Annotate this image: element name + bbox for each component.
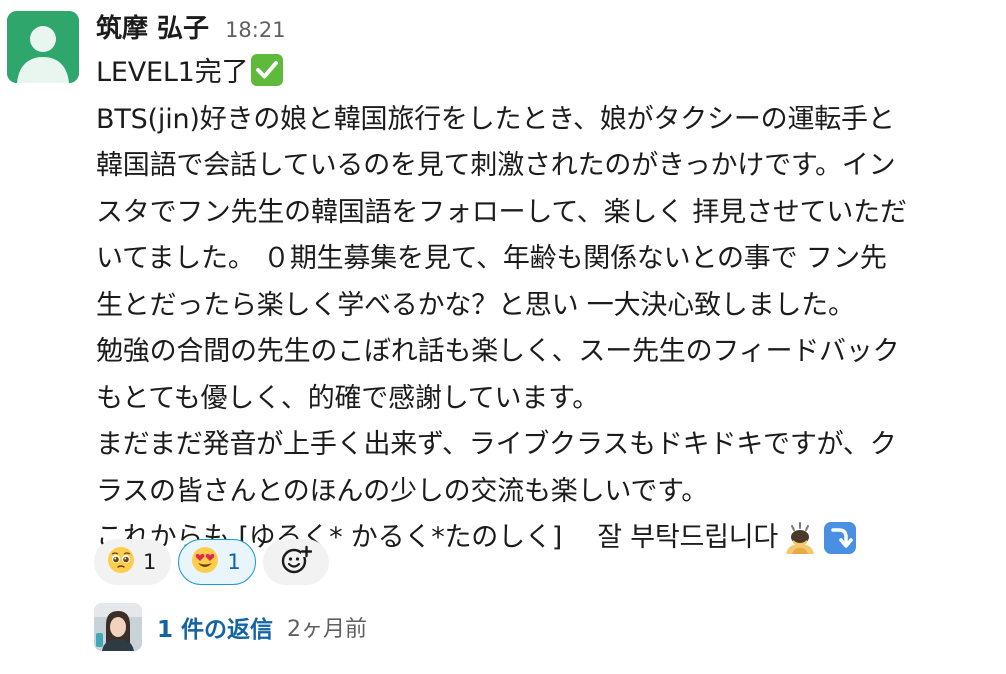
- default-user-icon: [7, 11, 79, 83]
- message-body: LEVEL1完了 BTS(jin)好きの娘と韓国旅行をしたとき、娘がタクシーの運…: [96, 50, 1001, 562]
- add-reaction-icon: [280, 544, 312, 580]
- message-line-text: 勉強の合間の先生のこぼれ話も楽しく、スー先生のフィードバック: [96, 336, 900, 367]
- reply-avatar[interactable]: [94, 603, 142, 651]
- pleading-face-icon: [107, 546, 135, 578]
- reaction-count: 1: [143, 550, 157, 574]
- message-line-text: BTS(jin)好きの娘と韓国旅行をしたとき、娘がタクシーの運転手と: [96, 103, 895, 135]
- reply-count-link[interactable]: 1 件の返信: [157, 610, 273, 644]
- heart-eyes-face-icon: [191, 546, 219, 578]
- last-reply-time: 2ヶ月前: [287, 617, 368, 642]
- message-line: LEVEL1完了: [96, 50, 1001, 97]
- reaction-pleading-face[interactable]: 1: [94, 539, 172, 585]
- reaction-heart-eyes-face[interactable]: 1: [178, 539, 256, 585]
- message-line-text: 生とだったら楽しく学べるかな？と思い 一大決心致しました。: [96, 289, 855, 321]
- person-bowing-icon: [782, 520, 818, 572]
- reactions-bar: 1 1: [94, 539, 329, 585]
- message-line: まだまだ発音が上手く出来ず、ライブクラスもドキドキですが、ク: [96, 422, 1001, 469]
- reaction-count: 1: [227, 550, 241, 574]
- message-line: スタでフン先生の韓国語をフォローして、楽しく 拝見させていただ: [96, 190, 1001, 237]
- message-line-text: ラスの皆さんとのほんの少しの交流も楽しいです。: [96, 475, 709, 507]
- white-check-mark-icon: [250, 53, 284, 87]
- message-line: いてました。 ０期生募集を見て、年齢も関係ないとの事で フン先: [96, 236, 1001, 283]
- message-line: BTS(jin)好きの娘と韓国旅行をしたとき、娘がタクシーの運転手と: [96, 97, 1001, 144]
- thread-summary[interactable]: 1 件の返信 2ヶ月前: [94, 603, 367, 651]
- message-line-text: まだまだ発音が上手く出来ず、ライブクラスもドキドキですが、ク: [96, 429, 897, 460]
- message-timestamp[interactable]: 18:21: [225, 18, 286, 42]
- trailing-emojis: [782, 520, 858, 572]
- message-line-text: もとても優しく、的確で感謝しています。: [96, 382, 599, 414]
- message-line: もとても優しく、的確で感謝しています。: [96, 376, 1001, 423]
- message-content: 筑摩 弘子 18:21 LEVEL1完了 BTS(jin)好きの娘と韓国旅行をし…: [96, 8, 1001, 562]
- arrow-down-right-icon: [822, 520, 858, 572]
- message: 筑摩 弘子 18:21 LEVEL1完了 BTS(jin)好きの娘と韓国旅行をし…: [0, 0, 1006, 674]
- message-line: 生とだったら楽しく学べるかな？と思い 一大決心致しました。: [96, 283, 1001, 330]
- message-line-text: LEVEL1完了: [96, 57, 249, 88]
- sender-name[interactable]: 筑摩 弘子: [96, 8, 209, 45]
- message-line: ラスの皆さんとのほんの少しの交流も楽しいです。: [96, 469, 1001, 516]
- sender-avatar[interactable]: [7, 11, 79, 83]
- message-line-text: いてました。 ０期生募集を見て、年齢も関係ないとの事で フン先: [96, 243, 887, 274]
- message-header: 筑摩 弘子 18:21: [96, 8, 1001, 46]
- add-reaction-button[interactable]: [262, 539, 329, 585]
- message-line-text: 韓国語で会話しているのを見て刺激されたのがきっかけです。イン: [96, 150, 896, 181]
- message-line-text: スタでフン先生の韓国語をフォローして、楽しく 拝見させていただ: [96, 196, 907, 228]
- user-photo-icon: [94, 603, 142, 651]
- message-line: 勉強の合間の先生のこぼれ話も楽しく、スー先生のフィードバック: [96, 329, 1001, 376]
- message-line: 韓国語で会話しているのを見て刺激されたのがきっかけです。イン: [96, 143, 1001, 190]
